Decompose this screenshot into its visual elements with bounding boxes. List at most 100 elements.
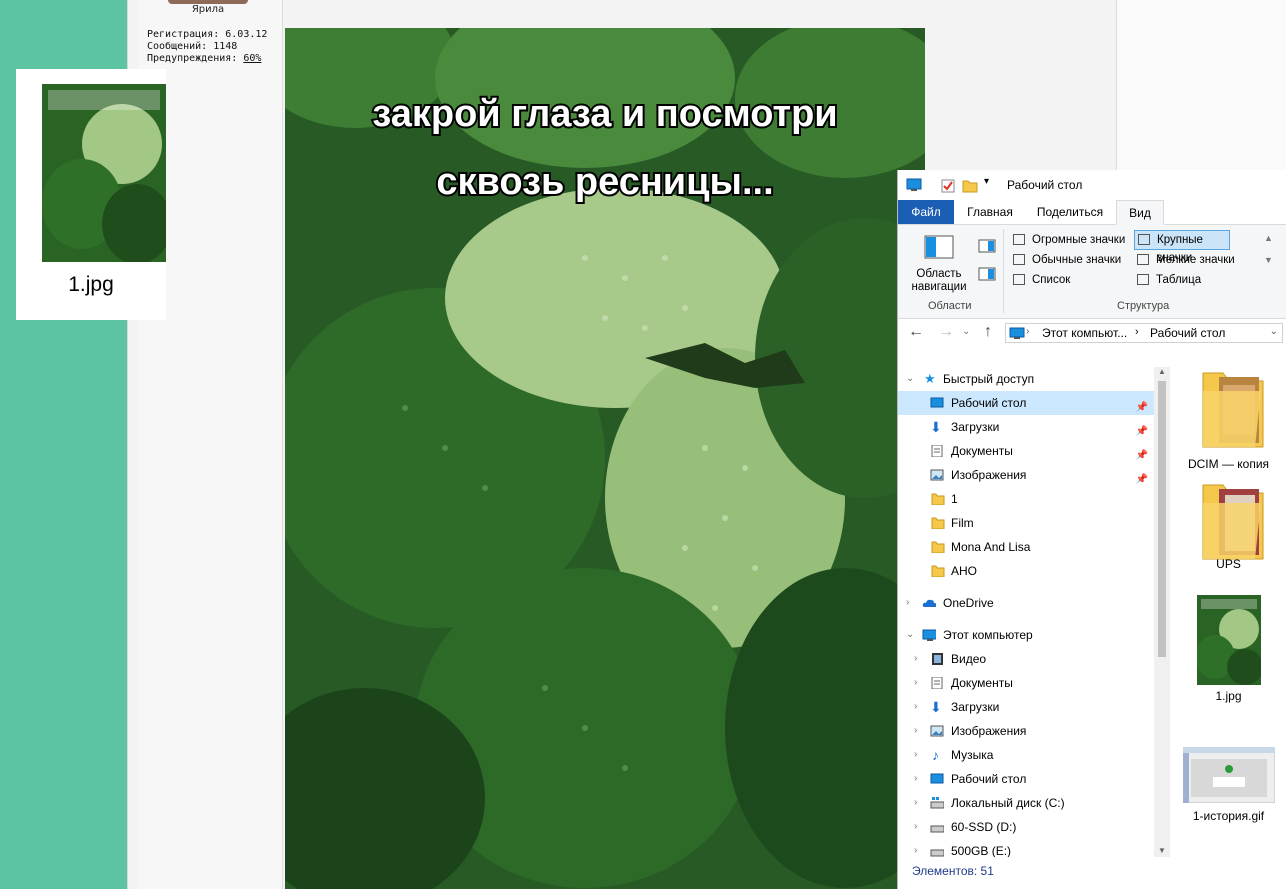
nav-pc-downloads[interactable]: › ⬇ Загрузки [898, 695, 1154, 719]
folder-icon [931, 517, 945, 529]
nav-pc-drive-d[interactable]: › 60-SSD (D:) [898, 815, 1154, 839]
dragged-file[interactable]: 1.jpg [16, 69, 166, 320]
scrollbar-thumb[interactable] [1158, 381, 1166, 657]
desktop-icon [930, 773, 944, 784]
nav-label: Документы [951, 444, 1013, 458]
collapse-chevron-icon[interactable]: › [914, 791, 917, 815]
file-item-ups[interactable]: UPS [1170, 479, 1286, 571]
folder-icon [1202, 484, 1263, 560]
nav-label: Быстрый доступ [943, 372, 1035, 386]
image-thumbnail [1182, 747, 1275, 803]
layout-details[interactable]: Таблица [1134, 271, 1256, 289]
nav-pc-desktop[interactable]: › Рабочий стол [898, 767, 1154, 791]
nav-label: Film [951, 516, 974, 530]
layout-scroll-down-icon[interactable]: ▼ [1264, 255, 1273, 265]
tab-view[interactable]: Вид [1116, 200, 1164, 225]
navigation-pane-button[interactable]: Область навигации [904, 231, 974, 293]
layout-large-icons[interactable]: Крупные значки [1134, 230, 1230, 264]
pictures-icon [930, 725, 944, 737]
preview-pane-icon[interactable] [978, 239, 996, 253]
nav-pc-documents[interactable]: › Документы [898, 671, 1154, 695]
forward-arrow-icon[interactable]: → [938, 323, 954, 341]
nav-pc-drive-e[interactable]: › 500GB (E:) [898, 839, 1154, 857]
expand-chevron-icon[interactable]: ⌄ [906, 623, 914, 647]
documents-icon [931, 677, 943, 689]
tab-home[interactable]: Главная [956, 200, 1024, 224]
breadcrumb-separator-icon: › [1026, 326, 1030, 337]
breadcrumb-this-pc[interactable]: Этот компьют... [1042, 326, 1127, 340]
breadcrumb-desktop[interactable]: Рабочий стол [1150, 326, 1225, 340]
tab-file[interactable]: Файл [898, 200, 954, 224]
address-input[interactable]: › Этот компьют... › Рабочий стол ⌄ [1005, 323, 1283, 343]
nav-pc-videos[interactable]: › Видео [898, 647, 1154, 671]
folder-icon [931, 541, 945, 553]
navigation-pane-icon [924, 235, 954, 259]
warnings-label: Предупреждения: [147, 53, 244, 64]
nav-quick-folder-ano[interactable]: АНО [898, 559, 1154, 583]
nav-quick-folder-mona[interactable]: Mona And Lisa [898, 535, 1154, 559]
address-dropdown-icon[interactable]: ⌄ [1270, 326, 1278, 337]
nav-quick-documents[interactable]: Документы 📌 [898, 439, 1154, 463]
collapse-chevron-icon[interactable]: › [914, 695, 917, 719]
nav-this-pc[interactable]: ⌄ Этот компьютер [898, 623, 1154, 647]
documents-icon [931, 445, 943, 457]
up-arrow-icon[interactable]: ↑ [984, 323, 992, 341]
nav-scrollbar[interactable]: ▲ ▼ [1154, 367, 1170, 857]
warnings-link[interactable]: 60% [243, 53, 261, 64]
collapse-chevron-icon[interactable]: › [914, 671, 917, 695]
address-bar: ← → ⌄ ↑ › Этот компьют... › Рабочий стол… [898, 319, 1286, 349]
layout-scroll-up-icon[interactable]: ▲ [1264, 233, 1273, 243]
layout-list[interactable]: Список [1010, 271, 1132, 289]
collapse-chevron-icon[interactable]: › [914, 815, 917, 839]
details-pane-icon[interactable] [978, 267, 996, 281]
collapse-chevron-icon[interactable]: › [906, 591, 909, 615]
file-item-dcim-copy[interactable]: DCIM — копия [1170, 367, 1286, 471]
window-title: Рабочий стол [1007, 178, 1083, 192]
layout-medium-icons[interactable]: Обычные значки [1010, 251, 1132, 269]
navigation-pane-label-1: Область [916, 268, 962, 280]
ribbon-tabs: Файл Главная Поделиться Вид [898, 200, 1286, 225]
nav-quick-desktop[interactable]: Рабочий стол 📌 [898, 391, 1154, 415]
file-item-1-jpg[interactable]: 1.jpg [1170, 595, 1286, 703]
collapse-chevron-icon[interactable]: › [914, 839, 917, 857]
recent-locations-icon[interactable]: ⌄ [962, 326, 970, 337]
warnings: Предупреждения: 60% [147, 53, 267, 65]
layout-label: Обычные значки [1032, 254, 1122, 266]
collapse-chevron-icon[interactable]: › [914, 647, 917, 671]
folder-icon [931, 565, 945, 577]
nav-quick-folder-film[interactable]: Film [898, 511, 1154, 535]
properties-icon[interactable] [940, 178, 956, 194]
new-folder-icon[interactable] [962, 178, 978, 194]
collapse-chevron-icon[interactable]: › [914, 743, 917, 767]
nav-quick-access[interactable]: ⌄ ★ Быстрый доступ [898, 367, 1154, 391]
nav-quick-downloads[interactable]: ⬇ Загрузки 📌 [898, 415, 1154, 439]
nav-pc-music[interactable]: › ♪ Музыка [898, 743, 1154, 767]
file-name: DCIM — копия [1187, 457, 1270, 471]
nav-pc-pictures[interactable]: › Изображения [898, 719, 1154, 743]
collapse-chevron-icon[interactable]: › [914, 767, 917, 791]
registration-date: Регистрация: 6.03.12 [147, 29, 268, 40]
collapse-chevron-icon[interactable]: › [914, 719, 917, 743]
file-item-1-history-gif[interactable]: 1-история.gif [1170, 747, 1286, 823]
file-name: 1-история.gif [1192, 809, 1265, 823]
strawberries-image: закрой глаза и посмотри сквозь ресницы..… [245, 0, 975, 893]
layout-extra-large-icons[interactable]: Огромные значки [1010, 231, 1132, 249]
nav-quick-pictures[interactable]: Изображения 📌 [898, 463, 1154, 487]
nav-pc-drive-c[interactable]: › Локальный диск (C:) [898, 791, 1154, 815]
dragged-file-name: 1.jpg [68, 273, 114, 296]
file-name: 1.jpg [1215, 689, 1242, 703]
nav-label: Этот компьютер [943, 628, 1033, 642]
layout-small-icons[interactable]: Мелкие значки [1134, 251, 1256, 269]
quick-access-dropdown-icon[interactable]: ▾ [984, 176, 989, 187]
nav-onedrive[interactable]: › OneDrive [898, 591, 1154, 615]
nav-label: Изображения [951, 468, 1027, 482]
layout-label: Мелкие значки [1156, 254, 1235, 266]
username[interactable]: Ярила [166, 4, 250, 15]
scroll-down-icon[interactable]: ▼ [1158, 846, 1166, 855]
nav-quick-folder-1[interactable]: 1 [898, 487, 1154, 511]
back-arrow-icon[interactable]: ← [908, 323, 924, 341]
file-name: UPS [1216, 557, 1241, 571]
expand-chevron-icon[interactable]: ⌄ [906, 367, 914, 391]
tab-share[interactable]: Поделиться [1028, 200, 1112, 224]
scroll-up-icon[interactable]: ▲ [1158, 367, 1166, 376]
